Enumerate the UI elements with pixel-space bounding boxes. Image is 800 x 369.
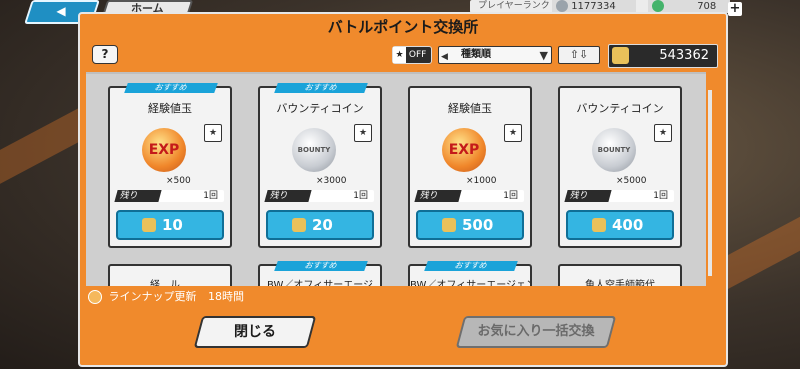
favorite-filter-toggle[interactable]: ★ OFF	[392, 46, 432, 64]
remaining-value: 1回	[353, 191, 368, 201]
battle-points-value: 543362	[659, 48, 709, 63]
item-name: BW／オフィサーエージ	[267, 280, 373, 286]
item-card[interactable]: おすすめ バウンティコイン BOUNTY ★ ×3000 残り 1回 20	[258, 83, 382, 248]
item-quantity: ×1000	[466, 176, 497, 186]
item-card[interactable]: おすすめ BW／オフィサーエージ	[258, 261, 382, 286]
remaining-label: 残り	[264, 190, 312, 202]
exchange-button[interactable]: 20	[266, 210, 374, 240]
item-name: 経験値玉	[148, 102, 192, 115]
close-label: 閉じる	[234, 324, 276, 340]
exchange-button[interactable]: 400	[566, 210, 674, 240]
price-value: 20	[312, 216, 333, 234]
list-scrollbar[interactable]	[708, 78, 712, 276]
sort-order-icon: ⇧⇩	[569, 48, 589, 61]
item-name: 経…ル…	[150, 280, 190, 286]
battle-point-medal-icon	[442, 218, 456, 232]
item-card[interactable]: 経験値玉 EXP ★ ×1000 残り 1回 500	[408, 86, 532, 248]
battle-point-medal-icon	[612, 47, 629, 64]
item-quantity: ×500	[166, 176, 191, 186]
recommended-tag: おすすめ	[274, 83, 368, 93]
bounty-coin-icon: BOUNTY	[292, 128, 336, 172]
toolbar: ? ★ OFF ◀ 種類順 ▼ ⇧⇩ 543362	[86, 44, 722, 68]
item-name: バウンティコイン	[276, 102, 364, 115]
back-arrow-icon: ◀	[56, 4, 66, 18]
bounty-coin-icon: BOUNTY	[592, 128, 636, 172]
scrollbar-thumb[interactable]	[708, 78, 712, 90]
gem-value: 708	[697, 1, 717, 12]
remaining-count: 残り 1回	[564, 190, 674, 202]
remaining-count: 残り 1回	[264, 190, 374, 202]
coin-icon	[556, 0, 568, 12]
exp-orb-icon: EXP	[442, 128, 486, 172]
sort-select-value: 種類順	[461, 49, 491, 60]
gem-icon	[652, 0, 664, 12]
remaining-value: 1回	[653, 191, 668, 201]
battle-points-display: 543362	[608, 44, 718, 68]
remaining-label: 残り	[414, 190, 462, 202]
favorite-filter-state: OFF	[408, 50, 427, 60]
item-name: 経験値玉	[448, 102, 492, 115]
item-name: バウンティコイン	[576, 102, 664, 115]
bookmark-icon[interactable]: ★	[654, 124, 672, 142]
battle-point-medal-icon	[142, 218, 156, 232]
bounty-coin-label: BOUNTY	[597, 146, 631, 154]
item-card[interactable]: おすすめ BW／オフィサーエージェント	[408, 261, 532, 286]
recommended-tag: おすすめ	[124, 83, 218, 93]
close-button[interactable]: 閉じる	[193, 316, 317, 348]
item-name: BW／オフィサーエージェント	[410, 280, 530, 286]
battle-point-medal-icon	[592, 218, 606, 232]
chevron-left-icon: ◀	[441, 52, 448, 62]
player-rank-label: プレイヤーランク	[478, 1, 550, 11]
bookmark-icon[interactable]: ★	[204, 124, 222, 142]
item-card[interactable]: バウンティコイン BOUNTY ★ ×5000 残り 1回 400	[558, 86, 682, 248]
price-value: 500	[462, 216, 494, 234]
lineup-update-time: 18時間	[208, 290, 244, 303]
remaining-count: 残り 1回	[414, 190, 524, 202]
lineup-update-label: ラインナップ更新	[108, 290, 197, 303]
clock-icon	[88, 290, 102, 304]
bookmark-icon[interactable]: ★	[504, 124, 522, 142]
bookmark-icon[interactable]: ★	[354, 124, 372, 142]
sort-select[interactable]: ◀ 種類順 ▼	[438, 46, 552, 64]
bulk-exchange-label: お気に入り一括交換	[477, 324, 595, 339]
help-button[interactable]: ?	[92, 45, 118, 64]
remaining-value: 1回	[503, 191, 518, 201]
exp-orb-label: EXP	[448, 142, 480, 158]
battle-point-medal-icon	[292, 218, 306, 232]
item-list[interactable]: おすすめ 経験値玉 EXP ★ ×500 残り 1回 10 おすすめ バウンティ…	[86, 72, 706, 286]
bulk-exchange-favorites-button[interactable]: お気に入り一括交換	[455, 316, 617, 348]
exchange-panel: バトルポイント交換所 ? ★ OFF ◀ 種類順 ▼ ⇧⇩ 543362 おすす…	[78, 12, 728, 367]
item-card[interactable]: 魚人空手師範代	[558, 264, 682, 286]
item-name: 魚人空手師範代	[585, 280, 655, 286]
exp-orb-label: EXP	[148, 142, 180, 158]
remaining-label: 残り	[114, 190, 162, 202]
item-card[interactable]: 経…ル…	[108, 264, 232, 286]
exchange-button[interactable]: 500	[416, 210, 524, 240]
sort-order-button[interactable]: ⇧⇩	[558, 46, 600, 64]
remaining-label: 残り	[564, 190, 612, 202]
star-icon: ★	[393, 47, 406, 63]
lineup-update-info: ラインナップ更新 18時間	[88, 288, 244, 304]
item-card[interactable]: おすすめ 経験値玉 EXP ★ ×500 残り 1回 10	[108, 83, 232, 248]
recommended-tag: おすすめ	[424, 261, 518, 271]
chevron-down-icon: ▼	[539, 49, 548, 62]
add-gems-button[interactable]: +	[728, 2, 742, 16]
remaining-value: 1回	[203, 191, 218, 201]
panel-title: バトルポイント交換所	[327, 18, 479, 36]
item-quantity: ×3000	[316, 176, 347, 186]
bounty-coin-label: BOUNTY	[297, 146, 331, 154]
exp-orb-icon: EXP	[142, 128, 186, 172]
item-quantity: ×5000	[616, 176, 647, 186]
price-value: 400	[612, 216, 644, 234]
exchange-button[interactable]: 10	[116, 210, 224, 240]
coin-value: 1177334	[571, 1, 616, 12]
remaining-count: 残り 1回	[114, 190, 224, 202]
price-value: 10	[162, 216, 183, 234]
recommended-tag: おすすめ	[274, 261, 368, 271]
